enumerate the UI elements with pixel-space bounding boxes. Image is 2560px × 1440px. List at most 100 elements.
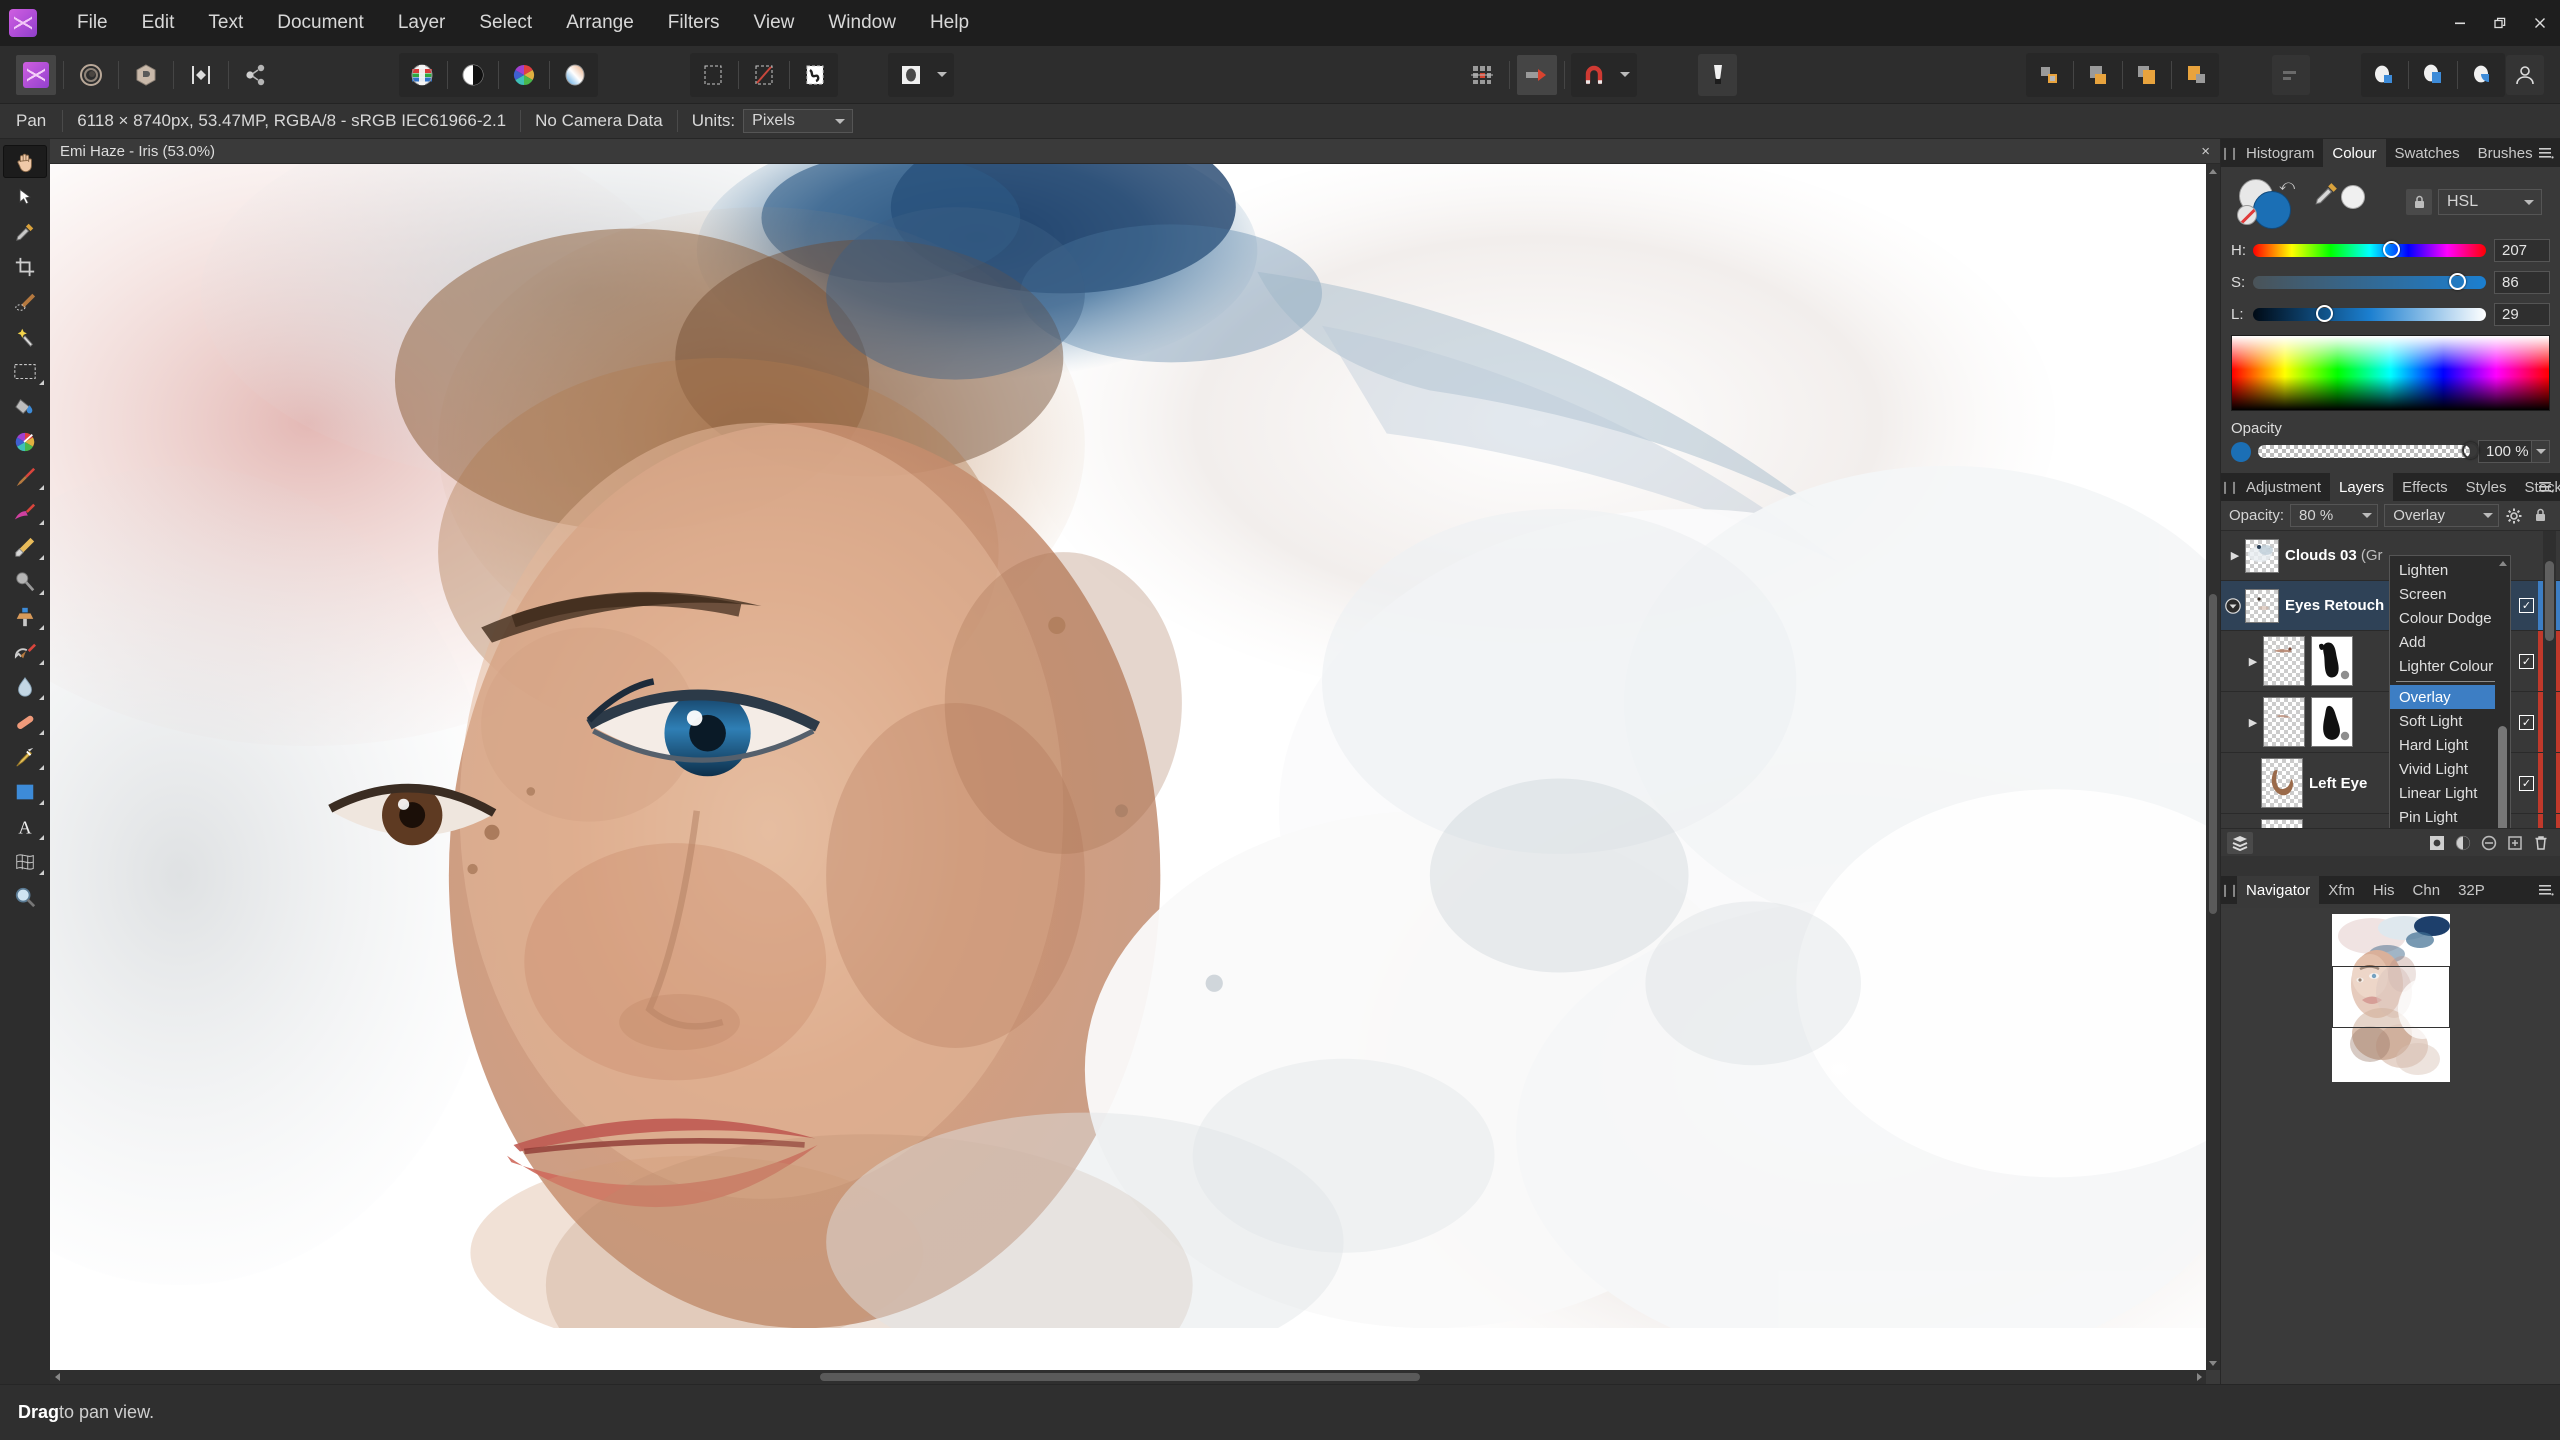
pen-tool[interactable]: [3, 740, 47, 773]
scroll-right-icon[interactable]: [2192, 1370, 2206, 1384]
crop-tool[interactable]: [3, 250, 47, 283]
reset-colours-swatch[interactable]: [2341, 185, 2365, 209]
saturation-slider[interactable]: [2253, 272, 2486, 290]
blend-ranges-icon[interactable]: [2413, 55, 2453, 95]
blend-mode-select[interactable]: Overlay: [2384, 504, 2499, 527]
menu-file[interactable]: File: [60, 7, 125, 39]
hue-slider-knob[interactable]: [2383, 240, 2401, 258]
move-tool[interactable]: [3, 180, 47, 213]
disclosure-collapsed-icon[interactable]: ▶: [2225, 549, 2245, 562]
horizontal-scroll-thumb[interactable]: [820, 1373, 1420, 1381]
blemish-removal-tool[interactable]: [3, 705, 47, 738]
mask-layer-icon[interactable]: [2424, 832, 2450, 854]
artistic-text-tool[interactable]: A: [3, 810, 47, 843]
saturation-slider-knob[interactable]: [2448, 272, 2466, 290]
move-to-back-icon[interactable]: [2078, 55, 2118, 95]
disclosure-collapsed-icon[interactable]: ▶: [2243, 716, 2263, 729]
document-canvas[interactable]: [50, 164, 2206, 1370]
menu-select[interactable]: Select: [462, 7, 549, 39]
no-selection-icon[interactable]: [744, 55, 784, 95]
tab-navigator[interactable]: Navigator: [2237, 876, 2320, 904]
close-document-icon[interactable]: ×: [2201, 143, 2210, 160]
units-select[interactable]: Pixels: [743, 109, 854, 133]
opacity-slider-knob[interactable]: [2461, 442, 2479, 459]
lightness-slider[interactable]: [2253, 304, 2486, 322]
layer-visibility-checkbox[interactable]: ✓: [2519, 653, 2534, 669]
clone-brush-tool[interactable]: [3, 600, 47, 633]
blend-option-soft-light[interactable]: Soft Light: [2390, 709, 2510, 733]
move-to-front-icon[interactable]: [2029, 55, 2069, 95]
gradient-icon[interactable]: [555, 55, 595, 95]
menu-window[interactable]: Window: [811, 7, 913, 39]
magnet-dropdown-caret[interactable]: [1615, 55, 1635, 95]
lightness-slider-knob[interactable]: [2315, 304, 2333, 322]
paint-brush-tool[interactable]: [3, 460, 47, 493]
blend-scroll-thumb[interactable]: [2498, 726, 2507, 828]
move-forward-icon[interactable]: [2127, 55, 2167, 95]
undo-brush-tool[interactable]: [3, 635, 47, 668]
tab-adjustment[interactable]: Adjustment: [2237, 473, 2330, 501]
opacity-dropdown-caret[interactable]: [2532, 440, 2550, 463]
layer-visibility-checkbox[interactable]: ✓: [2519, 598, 2534, 613]
panel-grip[interactable]: ❙❙: [2220, 139, 2239, 167]
panel-menu-icon[interactable]: [2538, 876, 2554, 904]
tab-chn[interactable]: Chn: [2404, 876, 2450, 904]
marquee-rect-icon[interactable]: [693, 55, 733, 95]
mask-dropdown-caret[interactable]: [932, 55, 952, 95]
selection-brush-tool[interactable]: [3, 285, 47, 318]
marquee-selection-tool[interactable]: [3, 355, 47, 388]
black-white-icon[interactable]: [453, 55, 493, 95]
close-icon[interactable]: [2520, 0, 2560, 46]
merge-visible-icon[interactable]: [2364, 55, 2404, 95]
photo-persona-icon[interactable]: [15, 54, 56, 95]
menu-text[interactable]: Text: [191, 7, 260, 39]
blend-option-add[interactable]: Add: [2390, 630, 2510, 654]
pan-tool[interactable]: [3, 145, 47, 178]
tone-mapping-persona-icon[interactable]: [181, 55, 221, 95]
tab-effects[interactable]: Effects: [2393, 473, 2457, 501]
blur-brush-tool[interactable]: [3, 670, 47, 703]
blend-option-colour-dodge[interactable]: Colour Dodge: [2390, 606, 2510, 630]
menu-edit[interactable]: Edit: [125, 7, 192, 39]
tab-colour[interactable]: Colour: [2323, 139, 2386, 167]
zoom-tool[interactable]: [3, 880, 47, 913]
gradient-tool[interactable]: [3, 425, 47, 458]
menu-document[interactable]: Document: [260, 7, 381, 39]
layer-visibility-checkbox[interactable]: ✓: [2519, 714, 2534, 730]
menu-help[interactable]: Help: [913, 7, 986, 39]
colour-spectrum[interactable]: [2231, 335, 2550, 411]
brush-settings-icon[interactable]: [1698, 53, 1738, 96]
tab-brushes[interactable]: Brushes: [2469, 139, 2542, 167]
tab-his[interactable]: His: [2364, 876, 2404, 904]
erase-brush-tool[interactable]: [3, 530, 47, 563]
blend-mode-dropdown[interactable]: Lighten Screen Colour Dodge Add Lighter …: [2389, 555, 2511, 828]
layers-scroll-thumb[interactable]: [2545, 561, 2554, 641]
blend-option-vivid-light[interactable]: Vivid Light: [2390, 757, 2510, 781]
scroll-down-icon[interactable]: [2206, 1356, 2220, 1370]
tab-32p[interactable]: 32P: [2449, 876, 2494, 904]
blend-option-linear-light[interactable]: Linear Light: [2390, 781, 2510, 805]
hue-value[interactable]: 207: [2494, 238, 2550, 262]
develop-persona-icon[interactable]: [126, 55, 166, 95]
restore-icon[interactable]: [2480, 0, 2520, 46]
foreground-colour-swatch[interactable]: [2253, 191, 2291, 229]
paint-mixer-brush-tool[interactable]: [3, 495, 47, 528]
panel-grip[interactable]: ❙❙: [2220, 876, 2239, 904]
tab-swatches[interactable]: Swatches: [2386, 139, 2469, 167]
flood-select-tool[interactable]: [3, 320, 47, 353]
scroll-up-icon[interactable]: [2206, 164, 2220, 178]
navigator-thumbnail[interactable]: [2331, 914, 2450, 1082]
blend-option-pin-light[interactable]: Pin Light: [2390, 805, 2510, 828]
colour-wheel-icon[interactable]: [504, 55, 544, 95]
gear-icon[interactable]: [2503, 504, 2526, 528]
layer-opacity-select[interactable]: 80 %: [2290, 504, 2379, 527]
vertical-scroll-thumb[interactable]: [2209, 594, 2217, 914]
lightness-value[interactable]: 29: [2494, 302, 2550, 326]
blend-option-lighter-colour[interactable]: Lighter Colour: [2390, 654, 2510, 678]
hue-slider[interactable]: [2253, 240, 2486, 258]
move-backward-icon[interactable]: [2176, 55, 2216, 95]
triangle-up-icon[interactable]: [2495, 556, 2510, 571]
blend-option-lighten[interactable]: Lighten: [2390, 558, 2510, 582]
account-icon[interactable]: [2506, 54, 2544, 95]
magnet-snapping-icon[interactable]: [1574, 55, 1614, 95]
